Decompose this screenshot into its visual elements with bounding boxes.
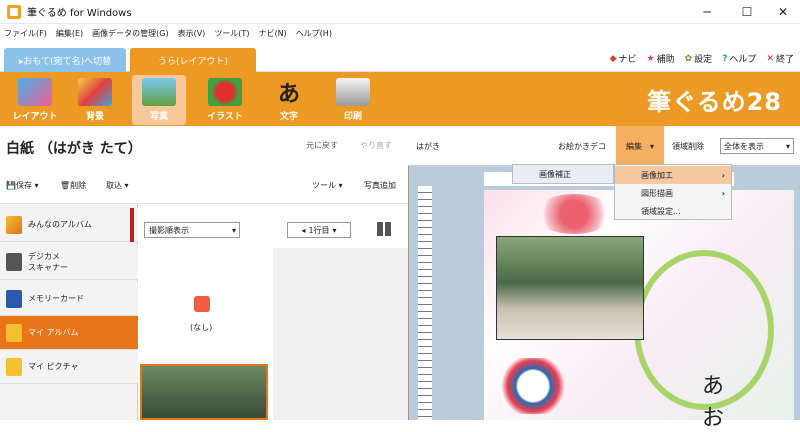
- menu-view[interactable]: 表示(V): [178, 28, 206, 39]
- chevron-down-icon: ▾: [332, 225, 337, 235]
- menu-tool[interactable]: ツール(T): [214, 28, 249, 39]
- rows-selector[interactable]: ◂ 1行目 ▾: [287, 222, 351, 238]
- menu-help[interactable]: ヘルプ(H): [296, 28, 332, 39]
- menu-navi[interactable]: ナビ(N): [258, 28, 286, 39]
- paper-title: 白紙 （はがき たて）: [6, 141, 142, 157]
- main-toolbar: レイアウト 背景 写真 イラスト あ 文字 印刷 筆ぐるめ28: [0, 72, 800, 126]
- placed-photo[interactable]: [496, 236, 644, 340]
- menu-bar: ファイル(F) 編集(E) 画像データの管理(G) 表示(V) ツール(T) ナ…: [0, 24, 800, 42]
- brand-logo: 筆ぐるめ28: [647, 88, 782, 116]
- tiger-illustration: [498, 358, 576, 414]
- photo-thumbnail[interactable]: [140, 364, 268, 420]
- save-button[interactable]: 💾保存 ▾: [6, 180, 39, 191]
- trim-button[interactable]: 領域削除: [672, 141, 704, 152]
- edit-submenu: 画像加工 › 図形描画 › 領域設定...: [614, 164, 732, 220]
- menu-item-area-settings[interactable]: 領域設定...: [615, 202, 731, 220]
- question-icon: ?: [722, 53, 728, 64]
- sidebar-item-memory-card[interactable]: メモリーカード: [0, 282, 138, 316]
- photo-list-panel: 撮影順表示 ▾ (なし): [138, 204, 273, 420]
- folder-icon: [6, 357, 22, 376]
- diamond-icon: ◆: [609, 53, 617, 64]
- toolbar-illust-button[interactable]: イラスト: [198, 75, 252, 125]
- edit-popup-menu: 画像補正: [512, 164, 614, 184]
- no-image-icon: [194, 296, 210, 312]
- edit-menu-button[interactable]: 編集 ▾: [616, 126, 664, 166]
- sidebar-item-everyone-album[interactable]: みんなのアルバム: [0, 208, 138, 242]
- chevron-down-icon: ▾: [785, 141, 790, 151]
- settings-link[interactable]: ✿ 設定: [684, 52, 713, 66]
- toolbar-background-button[interactable]: 背景: [68, 75, 122, 125]
- canvas-toolbar: はがき お絵かきデコ 編集 ▾ 領域削除 全体を表示 ▾: [408, 126, 800, 166]
- sidebar-item-camera-scanner[interactable]: デジカメ スキャナー: [0, 244, 138, 280]
- maximize-button[interactable]: ☐: [730, 0, 764, 24]
- photo-icon: [142, 78, 176, 106]
- rows-panel: ◂ 1行目 ▾: [273, 204, 408, 420]
- postcard-canvas: あお: [484, 190, 794, 431]
- folder-icon: [6, 323, 22, 342]
- deco-button[interactable]: お絵かきデコ: [558, 141, 606, 152]
- exit-link[interactable]: ✕ 終了: [766, 52, 794, 66]
- sidebar-item-my-album[interactable]: マイ アルバム: [0, 316, 138, 350]
- left-subtoolbar: 💾保存 ▾ 🗑削除 取込 ▾ ツール ▾ 写真追加: [0, 166, 408, 204]
- background-icon: [78, 78, 112, 106]
- chevron-right-icon: ›: [721, 188, 725, 198]
- tab-back[interactable]: うら(レイアウト): [130, 48, 256, 72]
- close-icon: ✕: [766, 53, 774, 64]
- camera-icon: [6, 252, 22, 271]
- menu-edit[interactable]: 編集(E): [56, 28, 83, 39]
- printer-icon: [336, 78, 370, 106]
- selection-marker: [130, 208, 134, 242]
- left-header: 白紙 （はがき たて） 元に戻す やり直す: [0, 126, 408, 166]
- memory-card-icon: [6, 289, 22, 308]
- none-label: (なし): [190, 323, 213, 332]
- menu-item-image-process[interactable]: 画像加工 ›: [615, 166, 731, 184]
- rows-area: [273, 248, 408, 420]
- greeting-text: あお: [702, 374, 725, 431]
- redo-button[interactable]: やり直す: [360, 140, 392, 151]
- menu-item-shape-draw[interactable]: 図形描画 ›: [615, 184, 731, 202]
- toolbar-photo-button[interactable]: 写真: [132, 75, 186, 125]
- menu-image-data[interactable]: 画像データの管理(G): [92, 28, 168, 39]
- assist-link[interactable]: ★ 補助: [646, 52, 675, 66]
- tool-menu-button[interactable]: ツール ▾: [312, 180, 343, 191]
- thumbnail-list: (なし): [138, 248, 273, 420]
- import-button[interactable]: 取込 ▾: [106, 180, 129, 191]
- top-links: ◆ ナビ ★ 補助 ✿ 設定 ? ヘルプ ✕ 終了: [609, 52, 794, 66]
- help-link[interactable]: ? ヘルプ: [722, 52, 756, 66]
- window-title: 筆ぐるめ for Windows: [27, 8, 132, 19]
- sort-dropdown[interactable]: 撮影順表示 ▾: [144, 222, 240, 238]
- title-bar: 筆ぐるめ for Windows ─ ☐ ✕: [0, 0, 800, 24]
- grid-view-icon[interactable]: [377, 222, 391, 236]
- view-dropdown[interactable]: 全体を表示 ▾: [720, 138, 794, 154]
- menu-file[interactable]: ファイル(F): [4, 28, 47, 39]
- toolbar-layout-button[interactable]: レイアウト: [8, 75, 62, 125]
- minimize-button[interactable]: ─: [690, 0, 724, 24]
- illust-icon: [208, 78, 242, 106]
- menu-item-image-correct[interactable]: 画像補正: [513, 165, 613, 183]
- chevron-down-icon: ▾: [649, 141, 654, 151]
- tab-front[interactable]: ▸おもて(宛て名)へ切替: [4, 48, 126, 72]
- tab-row: ▸おもて(宛て名)へ切替 うら(レイアウト) ◆ ナビ ★ 補助 ✿ 設定 ? ヘルプ …: [0, 42, 800, 72]
- toolbar-text-button[interactable]: あ 文字: [262, 75, 316, 125]
- album-icon: [6, 215, 22, 234]
- layout-icon: [18, 78, 52, 106]
- decoration-flower: [534, 194, 614, 234]
- left-ruler: [418, 186, 432, 420]
- undo-button[interactable]: 元に戻す: [306, 140, 338, 151]
- text-icon: あ: [272, 78, 306, 107]
- paper-label: はがき: [416, 142, 440, 151]
- chevron-right-icon: ›: [721, 170, 725, 180]
- add-photo-button[interactable]: 写真追加: [364, 180, 396, 191]
- chevron-left-icon: ◂: [301, 225, 306, 235]
- gear-icon: ✿: [684, 53, 693, 64]
- album-sidebar: みんなのアルバム デジカメ スキャナー メモリーカード マイ アルバム マイ ピ…: [0, 204, 138, 420]
- star-icon: ★: [646, 53, 655, 64]
- navi-link[interactable]: ◆ ナビ: [609, 52, 637, 66]
- delete-button[interactable]: 🗑削除: [60, 180, 86, 191]
- chevron-down-icon: ▾: [231, 225, 236, 235]
- toolbar-print-button[interactable]: 印刷: [326, 75, 380, 125]
- sidebar-item-my-pictures[interactable]: マイ ピクチャ: [0, 350, 138, 384]
- close-window-button[interactable]: ✕: [766, 0, 800, 24]
- app-icon: [7, 4, 21, 19]
